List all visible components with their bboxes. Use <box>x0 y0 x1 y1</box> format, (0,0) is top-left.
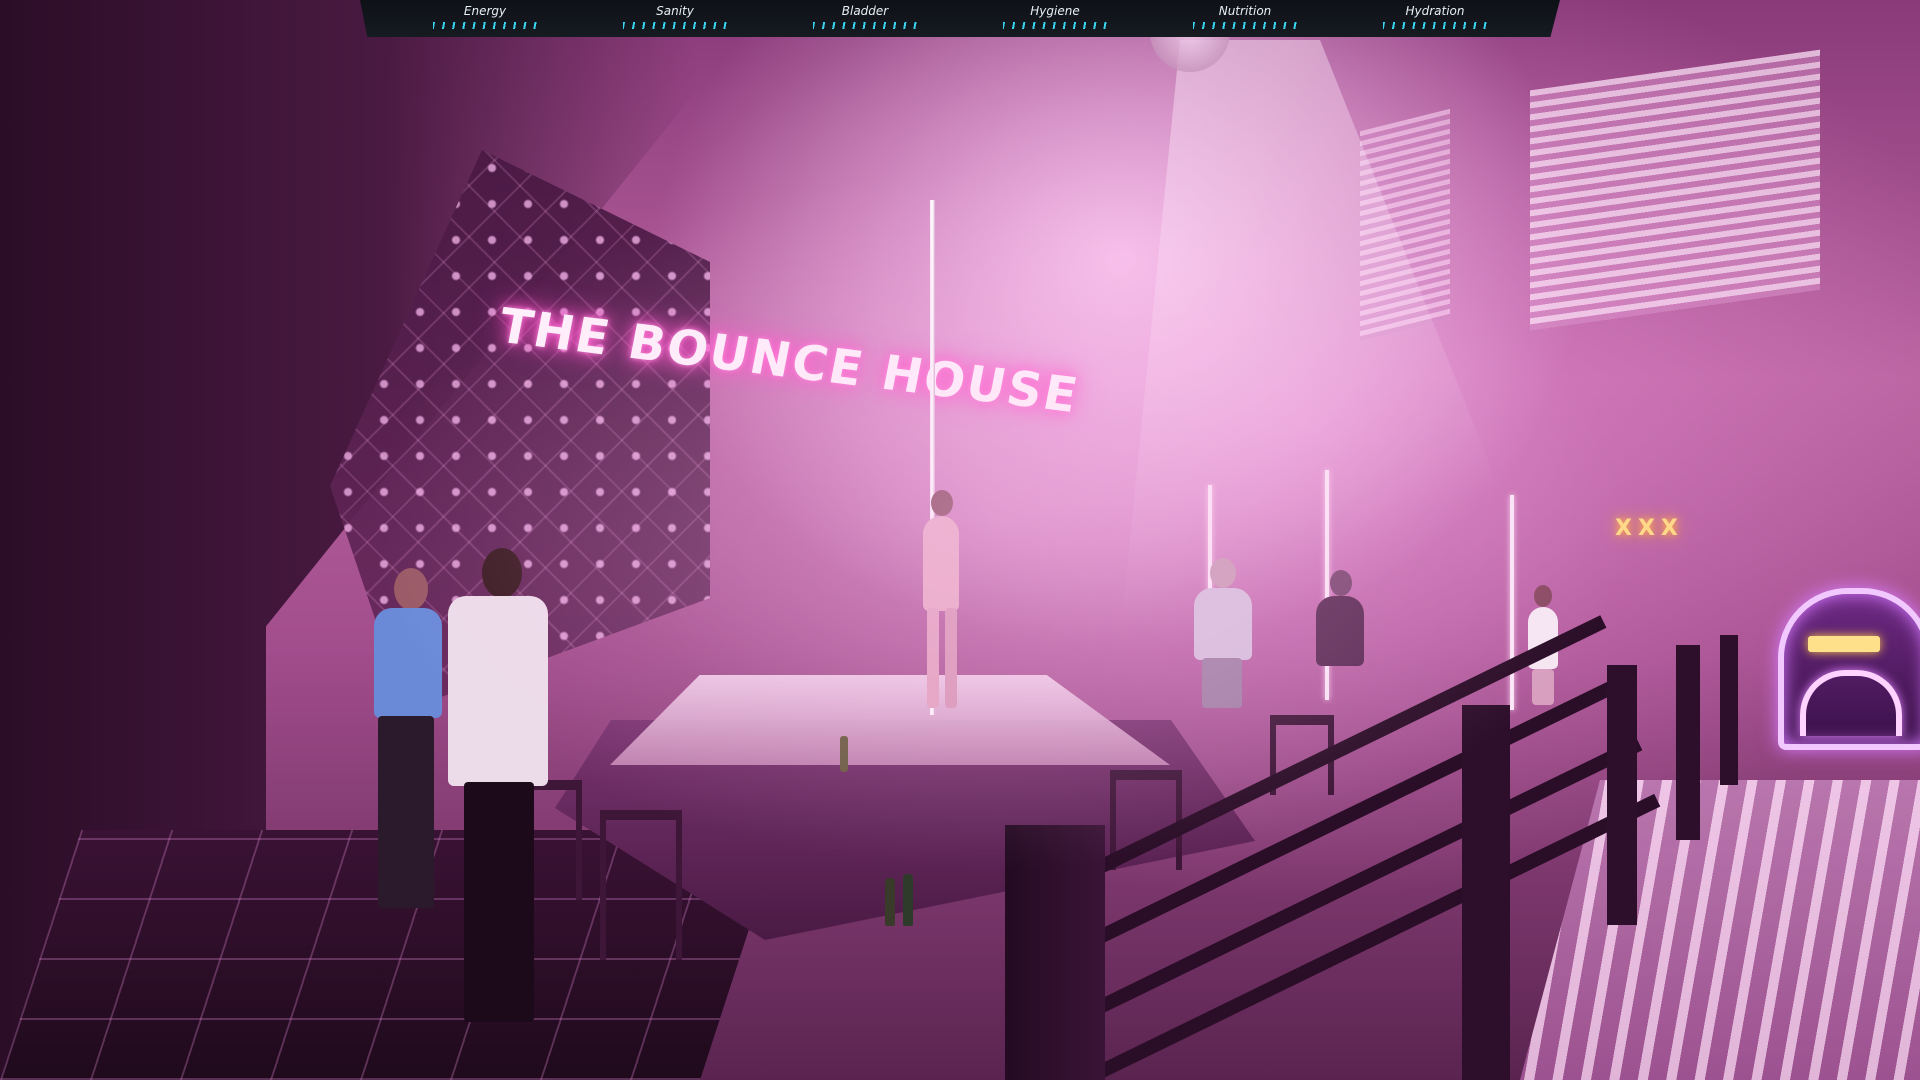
game-viewport: THE BOUNCE HOUSE XXX Energy Sanity Bladd… <box>0 0 1920 1080</box>
stat-hygiene: Hygiene <box>985 0 1125 29</box>
stat-sanity: Sanity <box>605 0 745 29</box>
stat-bar-fill <box>1003 22 1107 29</box>
stat-label: Sanity <box>656 4 694 18</box>
stat-bar <box>433 22 537 29</box>
bar-stool[interactable] <box>600 810 682 960</box>
xxx-neon-sign: XXX <box>1615 516 1684 541</box>
stat-bladder: Bladder <box>795 0 935 29</box>
bottle[interactable] <box>885 878 895 926</box>
stat-label: Nutrition <box>1218 4 1272 18</box>
stat-bar-fill <box>433 22 537 29</box>
stat-label: Bladder <box>841 4 889 18</box>
stage-platform[interactable] <box>610 675 1170 765</box>
dance-pole-back <box>1510 495 1514 710</box>
stat-label: Energy <box>463 4 507 18</box>
stat-bar-fill <box>1193 22 1297 29</box>
npc-patron[interactable] <box>1188 558 1258 708</box>
stat-bar-fill <box>623 22 727 29</box>
stat-bar <box>623 22 727 29</box>
stat-hydration: Hydration <box>1365 0 1505 29</box>
player-character <box>436 548 556 1023</box>
stat-bar-fill <box>1383 22 1487 29</box>
bottle[interactable] <box>840 736 848 772</box>
fence-post <box>1462 705 1510 1080</box>
wood-floor <box>1520 780 1920 1080</box>
fence-post <box>1607 665 1637 925</box>
fence-post-front <box>1005 825 1105 1080</box>
stat-bar <box>1383 22 1487 29</box>
stat-bar <box>1003 22 1107 29</box>
stat-bar-fill <box>813 22 917 29</box>
stat-energy: Energy <box>415 0 555 29</box>
fence-post <box>1676 645 1700 840</box>
stat-label: Hydration <box>1405 4 1465 18</box>
jukebox-display <box>1808 636 1880 652</box>
skylight-window <box>1530 49 1820 331</box>
stat-label: Hygiene <box>1030 4 1080 18</box>
bottle[interactable] <box>903 874 913 926</box>
fence-post <box>1720 635 1738 785</box>
npc-dancer[interactable] <box>905 490 975 715</box>
stat-nutrition: Nutrition <box>1175 0 1315 29</box>
stat-bar <box>813 22 917 29</box>
needs-hud: Energy Sanity Bladder Hygiene Nutrition … <box>360 0 1560 37</box>
stat-bar <box>1193 22 1297 29</box>
npc-patron[interactable] <box>1310 570 1370 690</box>
